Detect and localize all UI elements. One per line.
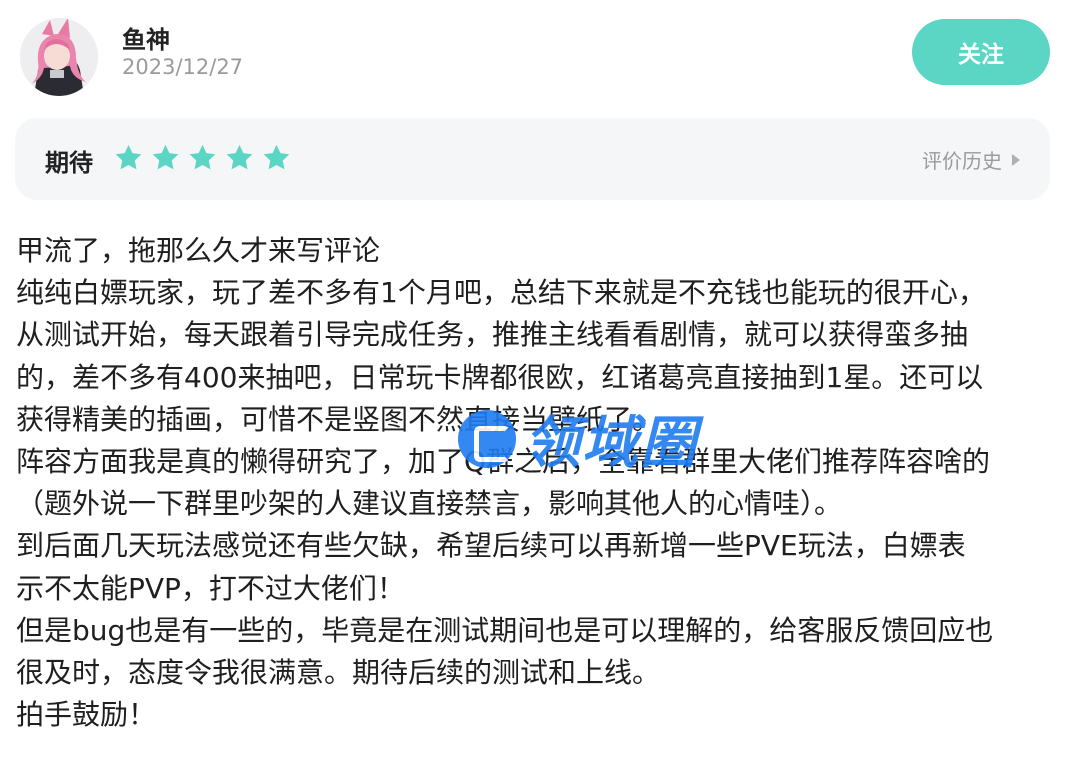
review-line: 到后面几天玩法感觉还有些欠缺，希望后续可以再新增一些PVE玩法，白嫖表 bbox=[16, 529, 966, 563]
review-line: （题外说一下群里吵架的人建议直接禁言，影响其他人的心情哇）。 bbox=[16, 487, 843, 521]
review-line: 从测试开始，每天跟着引导完成任务，推推主线看看剧情，就可以获得蛮多抽 bbox=[16, 318, 969, 352]
review-line: 但是bug也是有一些的，毕竟是在测试期间也是可以理解的，给客服反馈回应也 bbox=[16, 613, 994, 647]
review-line: 纯纯白嫖玩家，玩了差不多有1个月吧，总结下来就是不充钱也能玩的很开心， bbox=[16, 276, 986, 310]
star-icon bbox=[115, 144, 142, 170]
star-icon bbox=[152, 144, 179, 170]
watermark-text: 领域圈 bbox=[524, 411, 698, 476]
anime-avatar-icon bbox=[20, 18, 98, 96]
review-text: 甲流了，拖那么久才来写评论 纯纯白嫖玩家，玩了差不多有1个月吧，总结下来就是不充… bbox=[16, 230, 1066, 736]
review-line: 的，差不多有400来抽吧，日常玩卡牌都很欧，红诸葛亮直接抽到1星。还可以 bbox=[16, 360, 984, 394]
review-line: 很及时，态度令我很满意。期待后续的测试和上线。 bbox=[16, 655, 661, 689]
rating-label: 期待 bbox=[45, 149, 93, 177]
star-icon bbox=[263, 144, 290, 170]
rating-history-label: 评价历史 bbox=[922, 149, 1002, 173]
review-line: 甲流了，拖那么久才来写评论 bbox=[16, 234, 381, 267]
rating-history-link[interactable]: 评价历史 bbox=[922, 145, 1020, 174]
review-line: 拍手鼓励！ bbox=[16, 698, 157, 732]
play-arrow-icon bbox=[1012, 153, 1020, 166]
star-icon bbox=[226, 144, 253, 170]
star-icon bbox=[189, 144, 216, 170]
user-name[interactable]: 鱼神 bbox=[122, 20, 170, 55]
follow-button[interactable]: 关注 bbox=[912, 19, 1050, 85]
watermark-logo-icon bbox=[458, 409, 516, 468]
user-avatar[interactable] bbox=[20, 18, 98, 96]
star-rating bbox=[113, 143, 298, 173]
review-card: 鱼神 2023/12/27 关注 期待 评价历史 甲流了，拖那么久才来写评论 纯… bbox=[0, 0, 1080, 763]
watermark: 领域圈 bbox=[458, 398, 698, 479]
review-date: 2023/12/27 bbox=[122, 55, 244, 79]
review-line: 示不太能PVP，打不过大佬们！ bbox=[16, 571, 405, 605]
rating-bar: 期待 评价历史 bbox=[15, 118, 1050, 200]
